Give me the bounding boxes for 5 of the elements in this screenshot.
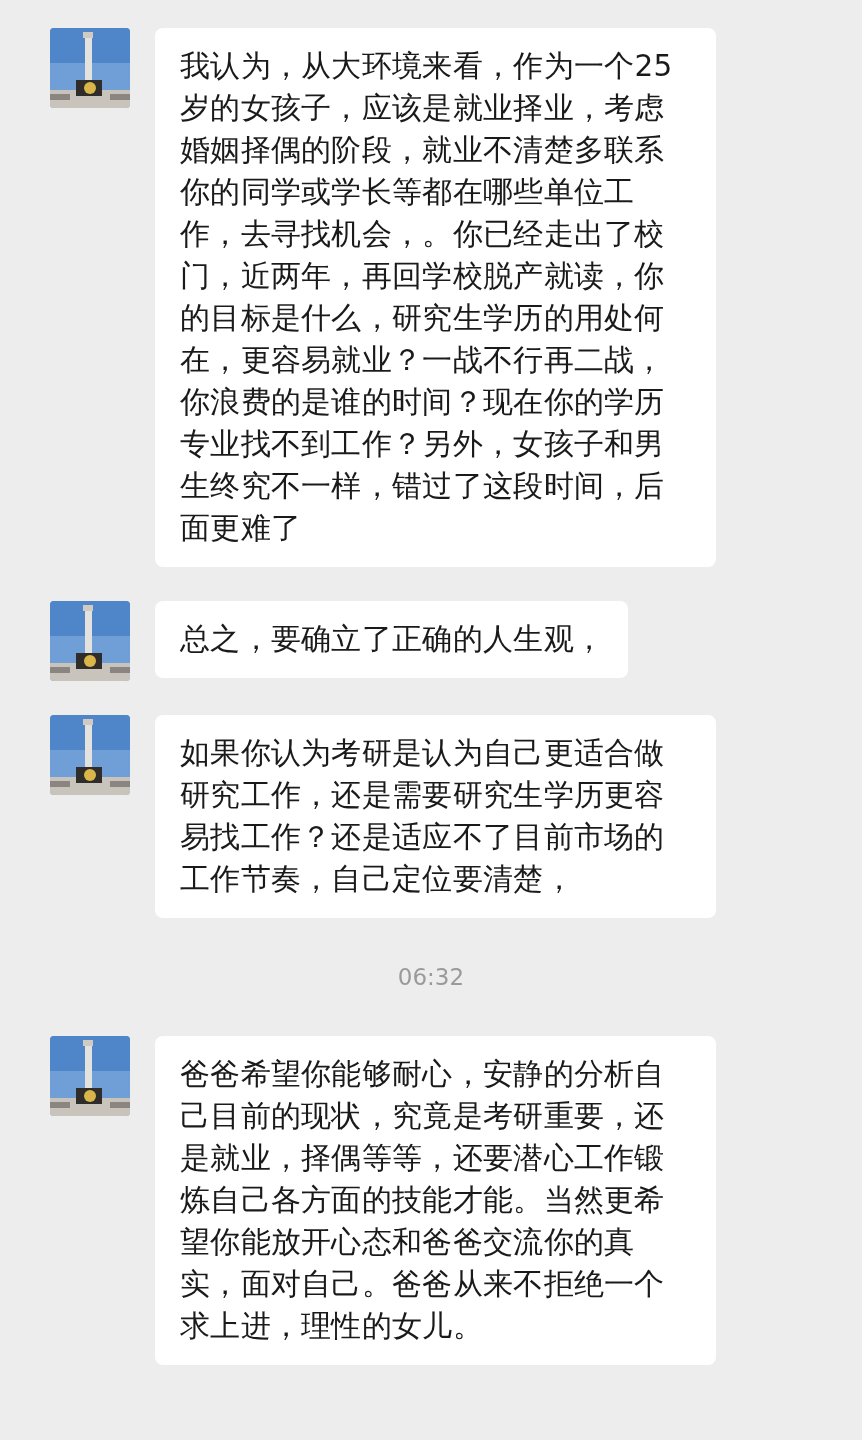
timestamp: 06:32	[397, 964, 465, 990]
message-bubble: 如果你认为考研是认为自己更适合做研究工作，还是需要研究生学历更容易找工作？还是适应不了目前市场的工作节奏，自己定位要清楚，	[155, 715, 716, 918]
message-bubble: 爸爸希望你能够耐心，安静的分析自己目前的现状，究竟是考研重要，还是就业，择偶等等，还要潜心工作锻炼自己各方面的技能才能。当然更希望你能放开心态和爸爸交流你的真实，面对自己。爸爸从来不拒绝一个求上进，理性的女儿。	[155, 1036, 716, 1365]
message-bubble: 总之，要确立了正确的人生观，	[155, 601, 629, 678]
message-bubble: 我认为，从大环境来看，作为一个25岁的女孩子，应该是就业择业，考虑婚姻择偶的阶段，就业不清楚多联系你的同学或学长等都在哪些单位工作，去寻找机会，。你已经走出了校门，近两年，再回学校脱产就读，你的目标是什么，研究生学历的用处何在，更容易就业？一战不行再二战，你浪费的是谁的时间？现在你的学历专业找不到工作？另外，女孩子和男生终究不一样，错过了这段时间，后面更难了	[155, 28, 716, 567]
